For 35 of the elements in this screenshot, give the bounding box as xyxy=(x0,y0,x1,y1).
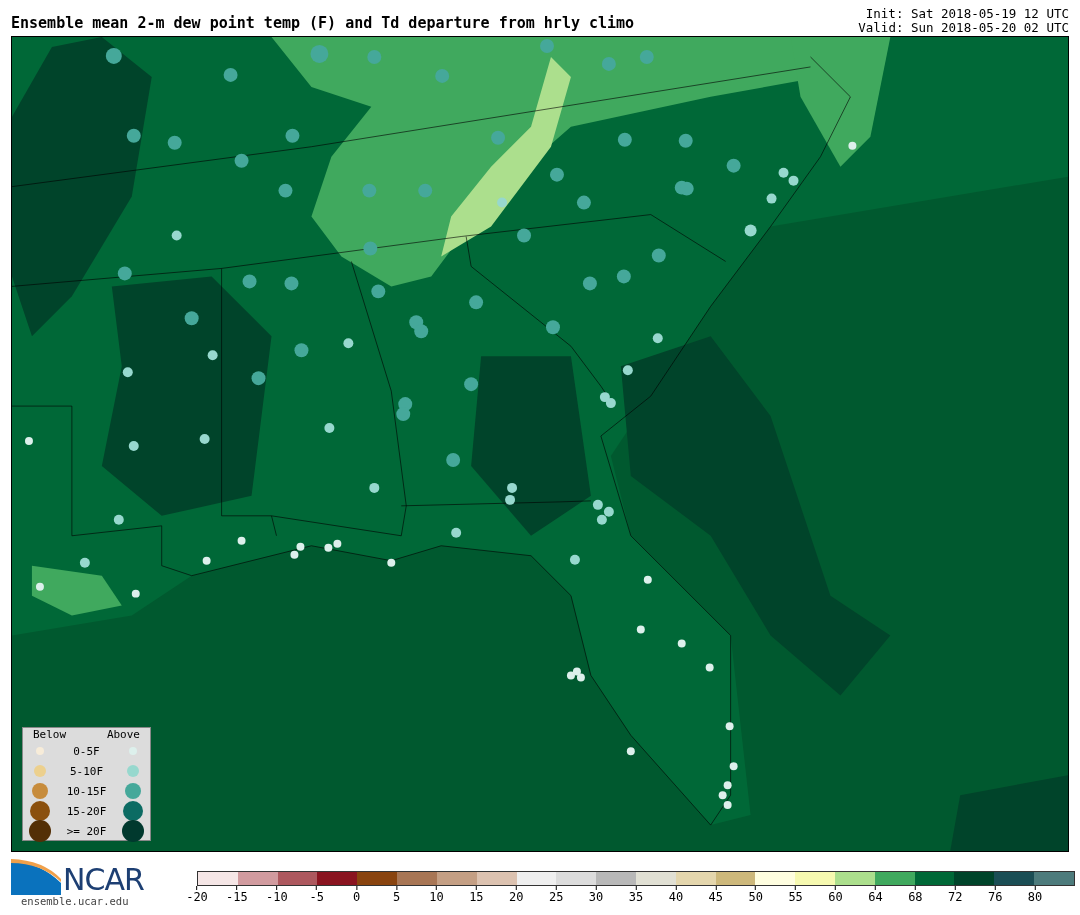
colorbar-tick-label: 45 xyxy=(708,890,724,904)
website-url: ensemble.ucar.edu xyxy=(21,895,130,907)
init-time: Init: Sat 2018-05-19 12 UTC xyxy=(864,7,1069,21)
colorbar-tick-label: -10 xyxy=(265,890,288,904)
chart-title: Ensemble mean 2-m dew point temp (F) and Td departure from hrly climo xyxy=(11,14,635,34)
legend-heading: Below xyxy=(33,729,67,741)
legend-label: 15-20F xyxy=(65,804,108,818)
swoosh-logo-icon xyxy=(11,857,61,895)
colorbar-tick-label: 60 xyxy=(828,890,843,904)
colorbar-tick-label: 25 xyxy=(548,890,564,904)
colorbar-tick-label: 50 xyxy=(748,890,763,904)
colorbar-tick-label: 20 xyxy=(509,890,524,904)
colorbar-tick-label: 76 xyxy=(987,890,1003,904)
colorbar-tick-label: 35 xyxy=(628,890,644,904)
logo-wordmark: NCAR xyxy=(63,865,144,895)
legend-label: 5-10F xyxy=(68,764,105,778)
colorbar-tick-label: -5 xyxy=(309,890,324,904)
legend-label: 0-5F xyxy=(72,744,101,758)
colorbar-tick-label: 5 xyxy=(392,890,401,904)
legend-label: 10-15F xyxy=(65,784,108,798)
legend-heading: Above xyxy=(106,729,140,741)
colorbar-tick-label: -15 xyxy=(226,890,248,904)
colorbar-tick-label: 80 xyxy=(1027,890,1043,904)
colorbar-tick-label: -20 xyxy=(186,890,208,904)
colorbar-tick-label: 0 xyxy=(353,890,361,904)
colorbar-tick-label: 30 xyxy=(588,890,604,904)
colorbar-tick-label: 72 xyxy=(948,890,963,904)
colorbar-tick-label: 15 xyxy=(469,890,484,904)
colorbar-tick-label: 64 xyxy=(868,890,883,904)
legend-label: >= 20F xyxy=(65,824,108,838)
valid-time: Valid: Sun 2018-05-20 02 UTC xyxy=(858,21,1069,35)
colorbar-tick-label: 55 xyxy=(788,890,803,904)
colorbar-tick-label: 68 xyxy=(908,890,923,904)
colorbar-tick-label: 40 xyxy=(668,890,684,904)
colorbar-tick-label: 10 xyxy=(429,890,444,904)
